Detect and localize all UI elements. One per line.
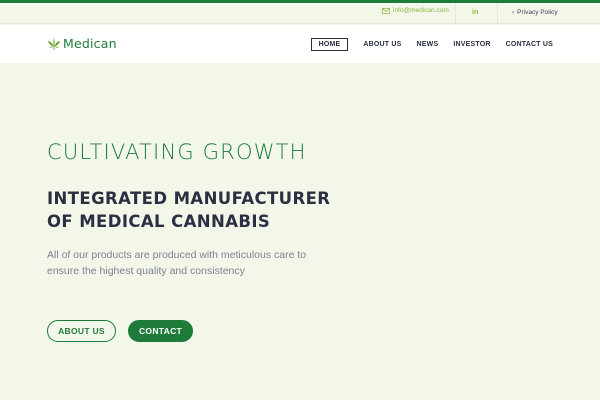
- privacy-policy-link[interactable]: › Privacy Policy: [512, 9, 558, 16]
- email-link[interactable]: info@medican.com: [382, 7, 449, 14]
- hero-title: INTEGRATED MANUFACTURER OF MEDICAL CANNA…: [47, 187, 347, 233]
- hero-tagline: CULTIVATING GROWTH: [47, 140, 307, 164]
- topbar-divider: [455, 3, 456, 24]
- contact-button[interactable]: CONTACT: [128, 320, 193, 342]
- nav-item-news[interactable]: NEWS: [417, 41, 439, 48]
- top-bar: info@medican.com in › Privacy Policy: [0, 3, 600, 24]
- nav-item-contact-us[interactable]: CONTACT US: [506, 41, 553, 48]
- hero-description: All of our products are produced with me…: [47, 249, 307, 277]
- topbar-divider: [497, 3, 498, 24]
- chevron-right-icon: ›: [512, 9, 515, 16]
- linkedin-icon[interactable]: in: [472, 9, 478, 16]
- cannabis-leaf-icon: [48, 37, 60, 50]
- hero-title-line2: OF MEDICAL CANNABIS: [47, 212, 271, 231]
- brand-name: Medican: [63, 36, 117, 51]
- main-header: Medican HOME ABOUT US NEWS INVESTOR CONT…: [0, 25, 600, 63]
- nav-item-about-us[interactable]: ABOUT US: [363, 41, 401, 48]
- privacy-policy-label: Privacy Policy: [517, 9, 558, 16]
- main-nav: HOME ABOUT US NEWS INVESTOR CONTACT US: [296, 38, 553, 51]
- nav-item-investor[interactable]: INVESTOR: [453, 41, 490, 48]
- about-us-button[interactable]: ABOUT US: [47, 320, 116, 342]
- hero-title-line1: INTEGRATED MANUFACTURER: [47, 189, 331, 208]
- envelope-icon: [382, 7, 390, 14]
- logo[interactable]: Medican: [47, 36, 117, 51]
- nav-item-home[interactable]: HOME: [310, 38, 349, 51]
- email-text: info@medican.com: [393, 7, 449, 14]
